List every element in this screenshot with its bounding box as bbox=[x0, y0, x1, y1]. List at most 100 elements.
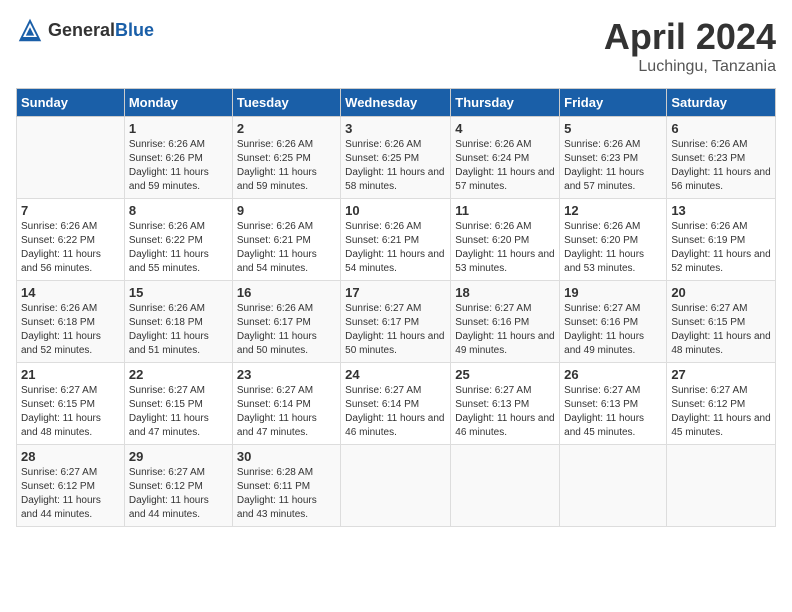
day-number: 3 bbox=[345, 121, 446, 136]
calendar-cell: 11 Sunrise: 6:26 AMSunset: 6:20 PMDayligh… bbox=[451, 199, 560, 281]
column-header-sunday: Sunday bbox=[17, 89, 125, 117]
day-number: 21 bbox=[21, 367, 120, 382]
column-header-wednesday: Wednesday bbox=[341, 89, 451, 117]
calendar-cell: 23 Sunrise: 6:27 AMSunset: 6:14 PMDayligh… bbox=[232, 363, 340, 445]
calendar-cell: 26 Sunrise: 6:27 AMSunset: 6:13 PMDayligh… bbox=[560, 363, 667, 445]
day-number: 25 bbox=[455, 367, 555, 382]
day-info: Sunrise: 6:27 AMSunset: 6:17 PMDaylight:… bbox=[345, 302, 446, 358]
column-header-tuesday: Tuesday bbox=[232, 89, 340, 117]
day-info: Sunrise: 6:27 AMSunset: 6:15 PMDaylight:… bbox=[129, 384, 228, 440]
calendar-cell bbox=[667, 445, 776, 527]
day-info: Sunrise: 6:26 AMSunset: 6:20 PMDaylight:… bbox=[455, 220, 555, 276]
day-info: Sunrise: 6:28 AMSunset: 6:11 PMDaylight:… bbox=[237, 466, 336, 522]
day-info: Sunrise: 6:26 AMSunset: 6:21 PMDaylight:… bbox=[345, 220, 446, 276]
calendar-cell: 12 Sunrise: 6:26 AMSunset: 6:20 PMDayligh… bbox=[560, 199, 667, 281]
calendar-cell: 22 Sunrise: 6:27 AMSunset: 6:15 PMDayligh… bbox=[124, 363, 232, 445]
calendar-cell: 16 Sunrise: 6:26 AMSunset: 6:17 PMDayligh… bbox=[232, 281, 340, 363]
calendar-cell: 6 Sunrise: 6:26 AMSunset: 6:23 PMDaylight… bbox=[667, 117, 776, 199]
day-info: Sunrise: 6:27 AMSunset: 6:16 PMDaylight:… bbox=[455, 302, 555, 358]
column-header-saturday: Saturday bbox=[667, 89, 776, 117]
calendar-cell: 3 Sunrise: 6:26 AMSunset: 6:25 PMDaylight… bbox=[341, 117, 451, 199]
logo: GeneralBlue bbox=[16, 16, 154, 44]
day-number: 12 bbox=[564, 203, 662, 218]
day-info: Sunrise: 6:27 AMSunset: 6:16 PMDaylight:… bbox=[564, 302, 662, 358]
calendar-week-row: 14 Sunrise: 6:26 AMSunset: 6:18 PMDayligh… bbox=[17, 281, 776, 363]
column-header-thursday: Thursday bbox=[451, 89, 560, 117]
column-header-friday: Friday bbox=[560, 89, 667, 117]
title-area: April 2024 Luchingu, Tanzania bbox=[604, 16, 776, 76]
calendar-cell: 29 Sunrise: 6:27 AMSunset: 6:12 PMDayligh… bbox=[124, 445, 232, 527]
calendar-cell: 28 Sunrise: 6:27 AMSunset: 6:12 PMDayligh… bbox=[17, 445, 125, 527]
calendar-week-row: 1Sunrise: 6:26 AMSunset: 6:26 PMDaylight… bbox=[17, 117, 776, 199]
day-info: Sunrise: 6:27 AMSunset: 6:12 PMDaylight:… bbox=[21, 466, 120, 522]
day-number: 27 bbox=[671, 367, 771, 382]
month-title: April 2024 bbox=[604, 16, 776, 58]
day-info: Sunrise: 6:26 AMSunset: 6:19 PMDaylight:… bbox=[671, 220, 771, 276]
calendar-cell: 21 Sunrise: 6:27 AMSunset: 6:15 PMDayligh… bbox=[17, 363, 125, 445]
calendar-cell bbox=[341, 445, 451, 527]
calendar-cell: 5Sunrise: 6:26 AMSunset: 6:23 PMDaylight… bbox=[560, 117, 667, 199]
calendar-cell: 8Sunrise: 6:26 AMSunset: 6:22 PMDaylight… bbox=[124, 199, 232, 281]
day-info: Sunrise: 6:26 AMSunset: 6:23 PMDaylight:… bbox=[671, 138, 771, 194]
day-number: 15 bbox=[129, 285, 228, 300]
day-number: 7 bbox=[21, 203, 120, 218]
day-number: 20 bbox=[671, 285, 771, 300]
calendar-cell: 24Sunrise: 6:27 AMSunset: 6:14 PMDayligh… bbox=[341, 363, 451, 445]
day-info: Sunrise: 6:27 AMSunset: 6:15 PMDaylight:… bbox=[671, 302, 771, 358]
day-info: Sunrise: 6:26 AMSunset: 6:20 PMDaylight:… bbox=[564, 220, 662, 276]
day-info: Sunrise: 6:26 AMSunset: 6:17 PMDaylight:… bbox=[237, 302, 336, 358]
day-number: 4 bbox=[455, 121, 555, 136]
day-number: 18 bbox=[455, 285, 555, 300]
day-number: 23 bbox=[237, 367, 336, 382]
calendar-cell: 25 Sunrise: 6:27 AMSunset: 6:13 PMDayligh… bbox=[451, 363, 560, 445]
day-info: Sunrise: 6:26 AMSunset: 6:26 PMDaylight:… bbox=[129, 138, 228, 194]
logo-text-blue: Blue bbox=[115, 20, 154, 40]
calendar-week-row: 7 Sunrise: 6:26 AMSunset: 6:22 PMDaylight… bbox=[17, 199, 776, 281]
calendar-cell: 20 Sunrise: 6:27 AMSunset: 6:15 PMDayligh… bbox=[667, 281, 776, 363]
calendar-cell: 14Sunrise: 6:26 AMSunset: 6:18 PMDayligh… bbox=[17, 281, 125, 363]
day-number: 29 bbox=[129, 449, 228, 464]
day-number: 17 bbox=[345, 285, 446, 300]
day-number: 30 bbox=[237, 449, 336, 464]
day-info: Sunrise: 6:26 AMSunset: 6:18 PMDaylight:… bbox=[129, 302, 228, 358]
day-info: Sunrise: 6:27 AMSunset: 6:12 PMDaylight:… bbox=[671, 384, 771, 440]
day-number: 22 bbox=[129, 367, 228, 382]
calendar-cell: 17 Sunrise: 6:27 AMSunset: 6:17 PMDayligh… bbox=[341, 281, 451, 363]
day-info: Sunrise: 6:26 AMSunset: 6:24 PMDaylight:… bbox=[455, 138, 555, 194]
logo-icon bbox=[16, 16, 44, 44]
day-number: 8 bbox=[129, 203, 228, 218]
calendar-cell: 2 Sunrise: 6:26 AMSunset: 6:25 PMDaylight… bbox=[232, 117, 340, 199]
page-header: GeneralBlue April 2024 Luchingu, Tanzani… bbox=[16, 16, 776, 76]
day-info: Sunrise: 6:26 AMSunset: 6:25 PMDaylight:… bbox=[237, 138, 336, 194]
day-info: Sunrise: 6:27 AMSunset: 6:13 PMDaylight:… bbox=[455, 384, 555, 440]
calendar-cell: 7 Sunrise: 6:26 AMSunset: 6:22 PMDaylight… bbox=[17, 199, 125, 281]
day-number: 26 bbox=[564, 367, 662, 382]
calendar-week-row: 28 Sunrise: 6:27 AMSunset: 6:12 PMDayligh… bbox=[17, 445, 776, 527]
column-header-monday: Monday bbox=[124, 89, 232, 117]
calendar-cell bbox=[451, 445, 560, 527]
day-info: Sunrise: 6:26 AMSunset: 6:21 PMDaylight:… bbox=[237, 220, 336, 276]
calendar-table: SundayMondayTuesdayWednesdayThursdayFrid… bbox=[16, 88, 776, 527]
day-info: Sunrise: 6:27 AMSunset: 6:14 PMDaylight:… bbox=[237, 384, 336, 440]
day-info: Sunrise: 6:27 AMSunset: 6:14 PMDaylight:… bbox=[345, 384, 446, 440]
day-info: Sunrise: 6:27 AMSunset: 6:12 PMDaylight:… bbox=[129, 466, 228, 522]
day-info: Sunrise: 6:27 AMSunset: 6:13 PMDaylight:… bbox=[564, 384, 662, 440]
day-info: Sunrise: 6:26 AMSunset: 6:22 PMDaylight:… bbox=[21, 220, 120, 276]
day-number: 16 bbox=[237, 285, 336, 300]
calendar-cell: 30 Sunrise: 6:28 AMSunset: 6:11 PMDayligh… bbox=[232, 445, 340, 527]
day-number: 5 bbox=[564, 121, 662, 136]
day-info: Sunrise: 6:26 AMSunset: 6:25 PMDaylight:… bbox=[345, 138, 446, 194]
calendar-cell: 18 Sunrise: 6:27 AMSunset: 6:16 PMDayligh… bbox=[451, 281, 560, 363]
logo-text-general: General bbox=[48, 20, 115, 40]
calendar-cell: 13 Sunrise: 6:26 AMSunset: 6:19 PMDayligh… bbox=[667, 199, 776, 281]
day-info: Sunrise: 6:27 AMSunset: 6:15 PMDaylight:… bbox=[21, 384, 120, 440]
day-number: 14 bbox=[21, 285, 120, 300]
day-number: 6 bbox=[671, 121, 771, 136]
day-number: 10 bbox=[345, 203, 446, 218]
day-number: 13 bbox=[671, 203, 771, 218]
day-number: 11 bbox=[455, 203, 555, 218]
day-number: 2 bbox=[237, 121, 336, 136]
calendar-cell bbox=[560, 445, 667, 527]
day-number: 28 bbox=[21, 449, 120, 464]
calendar-cell: 10 Sunrise: 6:26 AMSunset: 6:21 PMDayligh… bbox=[341, 199, 451, 281]
